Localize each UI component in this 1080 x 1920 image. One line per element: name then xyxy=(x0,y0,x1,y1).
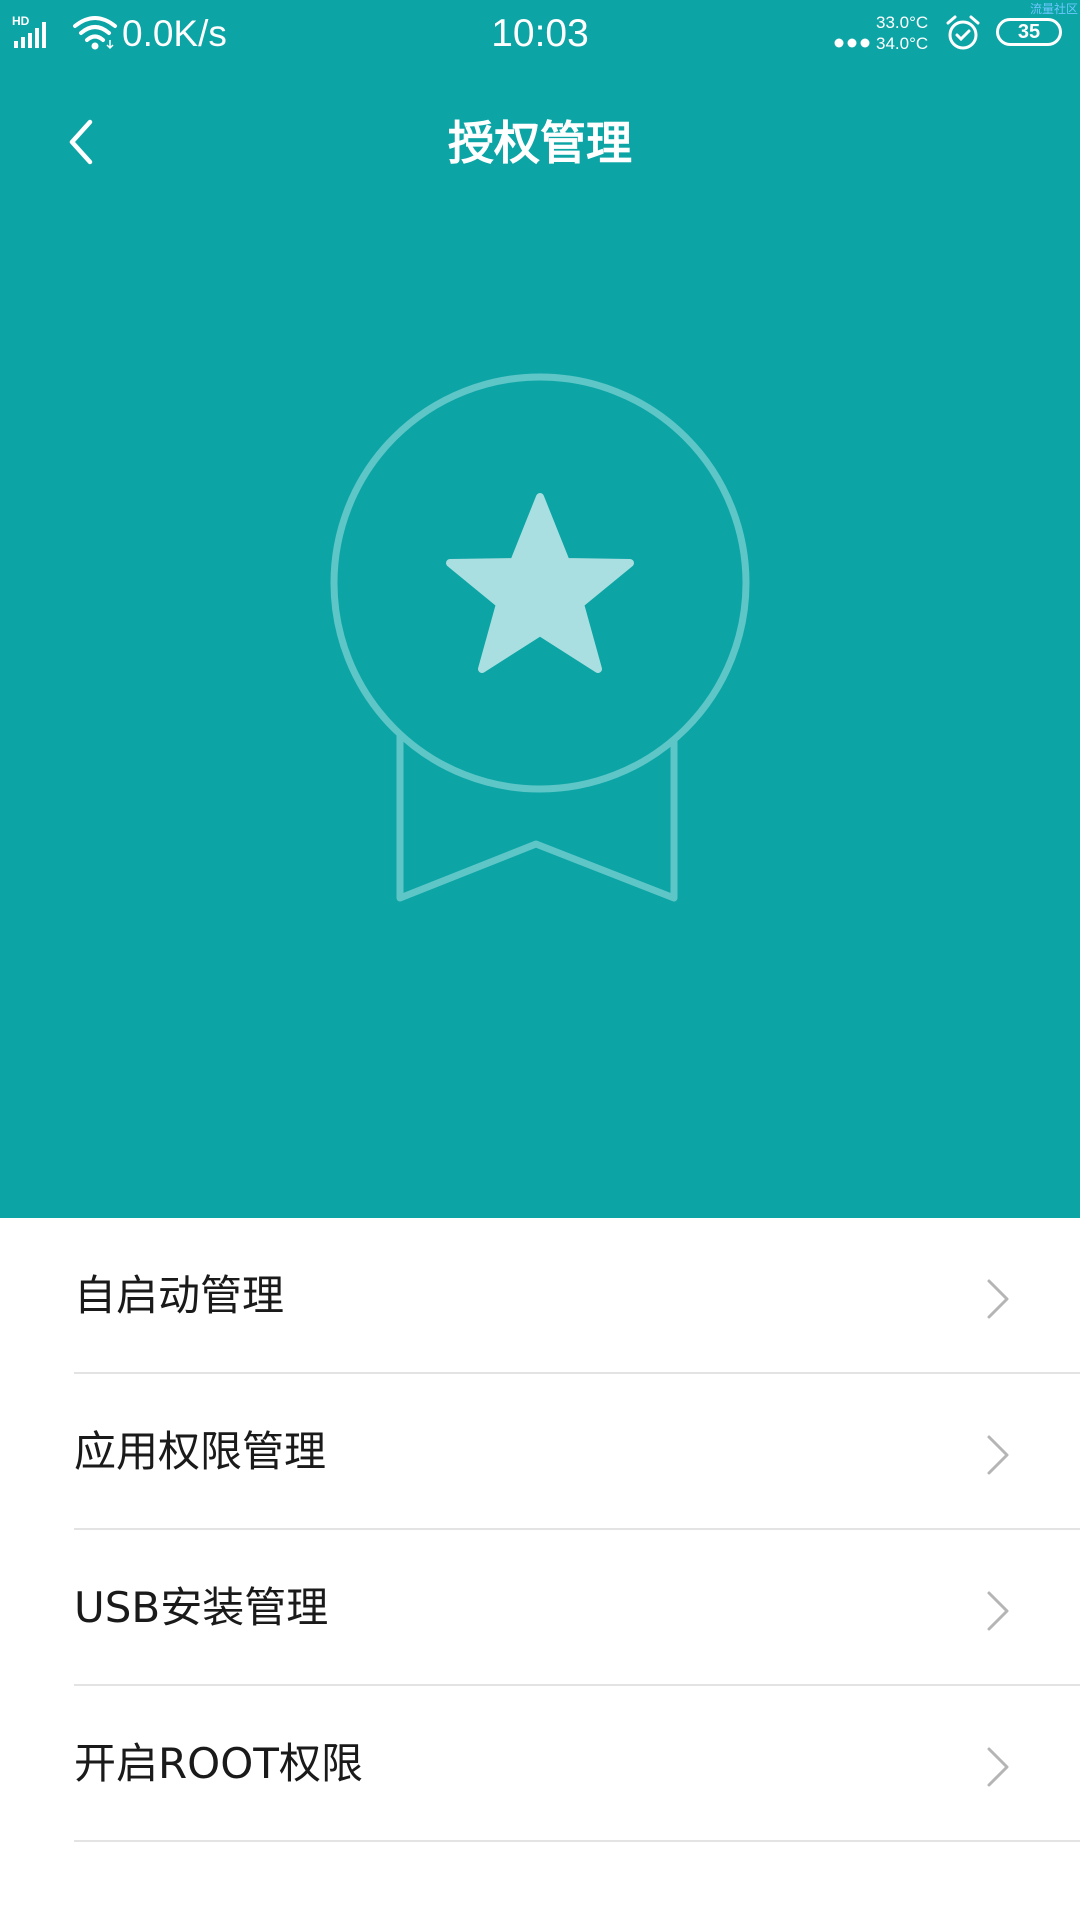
chevron-right-icon xyxy=(987,1435,1009,1475)
menu-item-label: 自启动管理 xyxy=(74,1271,285,1320)
more-notifications-icon xyxy=(834,34,870,53)
divider xyxy=(74,1840,1080,1842)
menu-item-autostart[interactable]: 自启动管理 xyxy=(0,1218,1080,1374)
menu-item-usb-install[interactable]: USB安装管理 xyxy=(0,1530,1080,1686)
chevron-right-icon xyxy=(987,1591,1009,1631)
page-title: 授权管理 xyxy=(448,116,632,170)
battery-indicator: 35 xyxy=(996,18,1062,46)
medal-star-icon xyxy=(320,366,760,920)
menu-item-label: 开启ROOT权限 xyxy=(74,1739,363,1788)
screen: HD 0.0K/s 10:03 33.0°C 34.0°C 35 流量社区 授权… xyxy=(0,0,1080,1920)
menu-item-label: 应用权限管理 xyxy=(74,1427,327,1476)
temperature-readout: 33.0°C 34.0°C xyxy=(876,12,928,54)
status-bar: HD 0.0K/s 10:03 33.0°C 34.0°C 35 流量社区 xyxy=(0,0,1080,70)
chevron-right-icon xyxy=(987,1747,1009,1787)
menu-item-root-permission[interactable]: 开启ROOT权限 xyxy=(0,1686,1080,1842)
alarm-clock-icon xyxy=(944,14,982,56)
hero-banner: HD 0.0K/s 10:03 33.0°C 34.0°C 35 流量社区 授权… xyxy=(0,0,1080,1218)
temperature-2: 34.0°C xyxy=(876,34,929,53)
temperature-1: 33.0°C xyxy=(876,13,929,32)
chevron-right-icon xyxy=(987,1279,1009,1319)
menu-item-label: USB安装管理 xyxy=(74,1583,329,1632)
watermark-label: 流量社区 xyxy=(1029,2,1078,16)
menu-list: 自启动管理 应用权限管理 USB安装管理 开启ROOT权限 xyxy=(0,1218,1080,1842)
menu-item-app-permissions[interactable]: 应用权限管理 xyxy=(0,1374,1080,1530)
